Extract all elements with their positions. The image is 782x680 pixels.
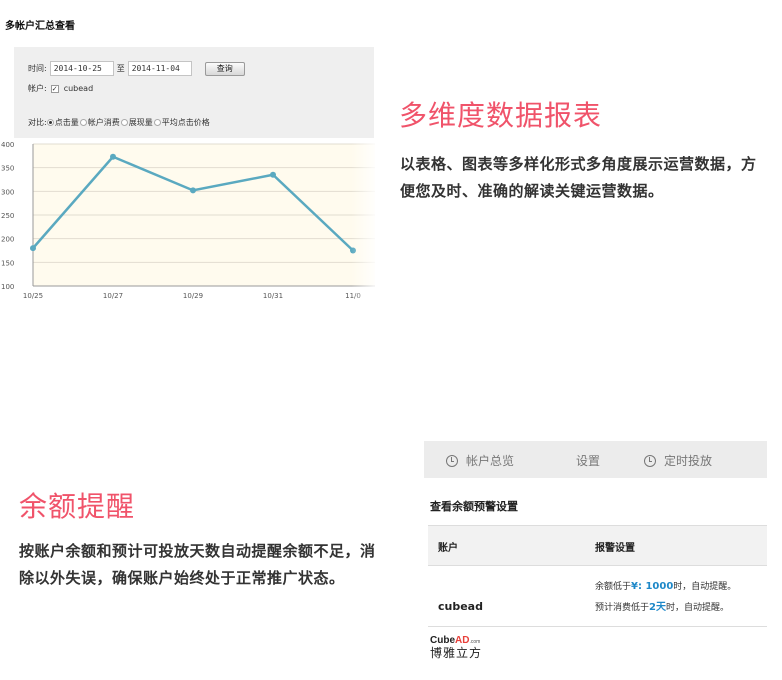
- section-title: 查看余额预警设置: [430, 500, 518, 513]
- line-chart: 400350300250200150100 10/2510/2710/2910/…: [1, 138, 380, 308]
- compare-row: 对比: 点击量 帐户消费 展现量 平均点击价格: [28, 117, 211, 128]
- y-tick-label: 300: [1, 188, 14, 196]
- compare-option-avg-cpc[interactable]: 平均点击价格: [153, 117, 210, 128]
- y-tick-label: 200: [1, 236, 14, 244]
- alert-rule-days: 预计消费低于2天时，自动提醒。: [595, 598, 729, 613]
- account-name: cubead: [63, 84, 94, 93]
- x-tick-label: 10/25: [23, 292, 43, 300]
- alert-rule-balance: 余额低于¥: 1000时，自动提醒。: [595, 579, 736, 592]
- account-checkbox[interactable]: ✓: [50, 84, 59, 93]
- tab-bar: 帐户总览 设置 定时投放: [424, 441, 767, 478]
- tab-scheduled[interactable]: 定时投放: [644, 452, 712, 469]
- radio-icon: [153, 119, 161, 126]
- rule-value: ¥: 1000: [631, 581, 674, 592]
- feature-title-balance: 余额提醒: [19, 490, 136, 523]
- account-cell: cubead: [438, 600, 483, 613]
- radio-icon: [120, 119, 128, 126]
- x-tick-label: 10/27: [103, 292, 123, 300]
- alert-table: 账户 报警设置 cubead 余额低于¥: 1000时，自动提醒。 预计消费低于…: [428, 525, 767, 627]
- table-row: cubead 余额低于¥: 1000时，自动提醒。 预计消费低于2天时，自动提醒…: [428, 566, 767, 627]
- col-account: 账户: [438, 543, 458, 554]
- option-label: 点击量: [54, 118, 79, 127]
- date-from-input[interactable]: 2014-10-25: [49, 61, 114, 76]
- option-label: 展现量: [128, 118, 153, 127]
- y-tick-label: 250: [1, 212, 14, 220]
- option-label: 平均点击价格: [161, 118, 210, 127]
- time-label: 时间:: [28, 64, 47, 73]
- rule-text: 余额低于: [595, 582, 632, 592]
- compare-option-clicks[interactable]: 点击量: [46, 117, 79, 128]
- data-point: [110, 153, 116, 160]
- y-tick-label: 100: [1, 283, 14, 291]
- brand-logo: CubeAD.com 博雅立方: [430, 636, 482, 660]
- tab-label: 帐户总览: [466, 454, 515, 468]
- filter-box: 时间: 2014-10-25 至 2014-11-04 查询 帐户: ✓ cub…: [14, 47, 374, 138]
- panel-title: 多帐户汇总查看: [5, 21, 75, 32]
- feature-title-reports: 多维度数据报表: [399, 99, 603, 132]
- y-tick-label: 400: [1, 141, 14, 149]
- data-point: [190, 187, 196, 194]
- x-tick-label: 10/29: [183, 292, 203, 300]
- compare-option-spend[interactable]: 帐户消费: [79, 117, 120, 128]
- rule-text: 时，自动提醒。: [673, 582, 737, 592]
- time-row: 时间: 2014-10-25 至 2014-11-04 查询: [28, 61, 245, 76]
- clock-icon: [644, 454, 656, 467]
- logo-cube: Cube: [430, 635, 455, 646]
- fade-overlay: [250, 138, 380, 308]
- query-button[interactable]: 查询: [204, 61, 245, 76]
- radio-selected-icon: [46, 119, 54, 126]
- col-alert: 报警设置: [595, 543, 635, 554]
- tab-account-overview[interactable]: 帐户总览: [446, 452, 514, 469]
- logo-ad: AD: [455, 635, 470, 646]
- y-tick-label: 350: [1, 165, 14, 173]
- tab-settings[interactable]: 设置: [576, 452, 600, 469]
- rule-value: 2天: [649, 602, 666, 613]
- tab-label: 设置: [576, 454, 601, 468]
- feature-desc-reports: 以表格、图表等多样化形式多角度展示运营数据，方便您及时、准确的解读关键运营数据。: [400, 155, 757, 200]
- radio-icon: [79, 119, 87, 126]
- logo-com: .com: [469, 639, 481, 645]
- compare-option-impressions[interactable]: 展现量: [120, 117, 153, 128]
- logo-chinese: 博雅立方: [430, 646, 483, 660]
- clock-icon: [446, 454, 458, 467]
- account-label: 帐户:: [28, 84, 47, 93]
- option-label: 帐户消费: [87, 118, 120, 127]
- rule-text: 时，自动提醒。: [665, 603, 729, 613]
- data-point: [30, 245, 36, 252]
- rule-text: 预计消费低于: [595, 603, 650, 613]
- compare-label: 对比:: [28, 118, 47, 127]
- tab-label: 定时投放: [664, 454, 713, 468]
- feature-desc-balance: 按账户余额和预计可投放天数自动提醒余额不足，消除以外失误，确保账户始终处于正常推…: [19, 542, 376, 587]
- y-tick-label: 150: [1, 259, 14, 267]
- date-to-input[interactable]: 2014-11-04: [127, 61, 192, 76]
- to-label: 至: [116, 64, 125, 73]
- table-header: 账户 报警设置: [428, 525, 767, 566]
- account-row: 帐户: ✓ cubead: [28, 83, 93, 94]
